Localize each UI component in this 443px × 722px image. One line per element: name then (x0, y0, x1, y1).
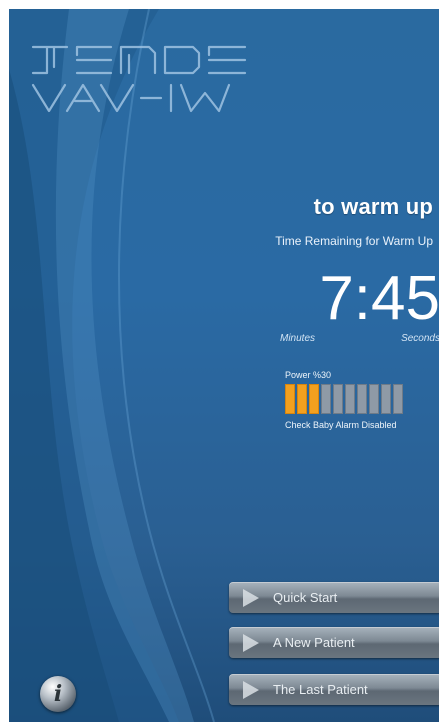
power-segment-off (333, 384, 343, 414)
tende-logo (31, 45, 247, 113)
power-segment-on (297, 384, 307, 414)
quick-start-label: Quick Start (273, 590, 338, 605)
countdown-timer: 7:45 Minutes Seconds (277, 268, 439, 348)
play-icon (243, 680, 259, 699)
power-segment-off (381, 384, 391, 414)
power-panel: Power %30 Check Baby Alarm Disabled (285, 370, 439, 430)
power-segment-off (345, 384, 355, 414)
warmup-status: to warm up Time Remaining for Warm Up (173, 194, 433, 248)
seconds-label: Seconds (401, 333, 439, 344)
power-segment-on (309, 384, 319, 414)
new-patient-label: A New Patient (273, 635, 355, 650)
timer-separator: : (353, 264, 372, 333)
minutes-label: Minutes (280, 333, 316, 344)
power-segment-off (369, 384, 379, 414)
last-patient-button[interactable]: The Last Patient (229, 674, 439, 705)
last-patient-label: The Last Patient (273, 682, 368, 697)
new-patient-button[interactable]: A New Patient (229, 627, 439, 658)
warmup-headline: to warm up (313, 194, 433, 219)
info-icon: i (53, 681, 63, 707)
info-button[interactable]: i (40, 676, 76, 712)
power-level-bar (285, 384, 439, 414)
baby-alarm-status: Check Baby Alarm Disabled (285, 420, 397, 430)
app-screen: to warm up Time Remaining for Warm Up 7:… (9, 9, 439, 722)
timer-minutes: 7 (319, 264, 354, 333)
play-icon (243, 588, 259, 607)
timer-seconds: 45 (371, 264, 439, 333)
power-segment-on (285, 384, 295, 414)
power-segment-off (321, 384, 331, 414)
time-remaining-label: Time Remaining for Warm Up (275, 234, 433, 248)
play-icon (243, 633, 259, 652)
power-segment-off (393, 384, 403, 414)
power-segment-off (357, 384, 367, 414)
power-label: Power %30 (285, 370, 332, 380)
quick-start-button[interactable]: Quick Start (229, 582, 439, 613)
